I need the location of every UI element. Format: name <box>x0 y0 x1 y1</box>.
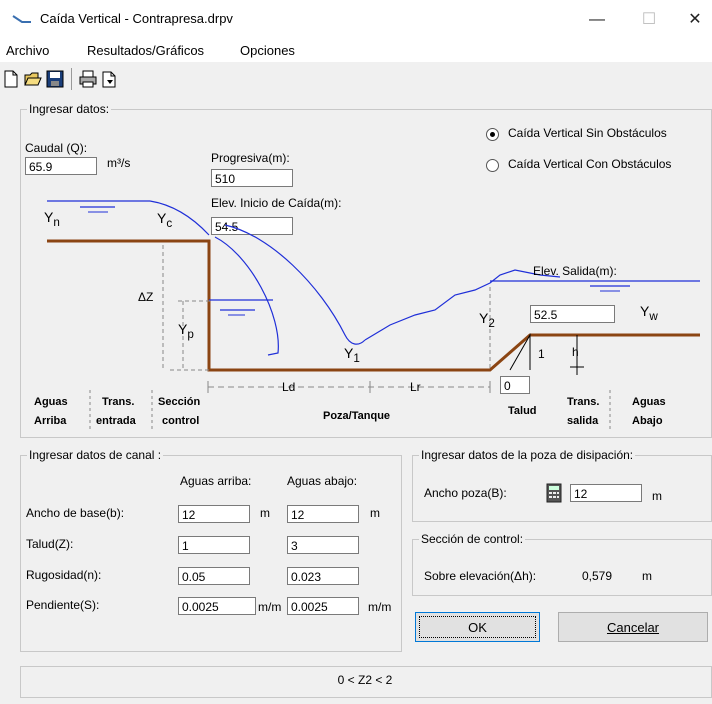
zone-trans-entrada-1: Trans. <box>102 396 135 408</box>
col-aguas-arriba: Aguas arriba: <box>180 474 252 488</box>
canal-row-unit2-3: m/m <box>368 600 392 614</box>
input-data-legend: Ingresar datos: <box>29 102 110 116</box>
canal-row-label-0: Ancho de base(b): <box>26 506 125 520</box>
save-icon[interactable] <box>46 70 64 88</box>
canal-row-label-3: Pendiente(S): <box>26 598 100 612</box>
zone-seccion-control-2: control <box>162 415 200 427</box>
cancel-button[interactable]: Cancelar <box>558 612 708 642</box>
calculator-icon[interactable] <box>546 483 562 503</box>
maximize-button[interactable]: ☐ <box>634 8 664 32</box>
zone-trans-entrada-2: entrada <box>96 415 136 427</box>
progresiva-label: Progresiva(m): <box>211 151 290 165</box>
canal-row-unit1-3: m/m <box>258 600 282 614</box>
app-icon <box>12 15 31 23</box>
canal-legend: Ingresar datos de canal : <box>29 448 162 462</box>
radio-con-obstaculos-label[interactable]: Caída Vertical Con Obstáculos <box>508 157 671 171</box>
col-aguas-abajo: Aguas abajo: <box>287 474 358 488</box>
radio-sin-obstaculos[interactable] <box>486 128 499 141</box>
pendiente-abajo-input[interactable]: 0.0025 <box>287 597 359 615</box>
ld-label: Ld <box>282 380 296 394</box>
zone-aguas-abajo-2: Abajo <box>632 415 663 427</box>
poza-group: Ingresar datos de la poza de disipación: <box>412 448 712 522</box>
elev-salida-input[interactable]: 52.5 <box>530 305 615 323</box>
status-text: 0 < Z2 < 2 <box>337 673 393 687</box>
window-title: Caída Vertical - Contrapresa.drpv <box>40 11 233 26</box>
ancho-poza-unit: m <box>652 489 662 503</box>
lr-label: Lr <box>410 380 421 394</box>
yn-label: Yn <box>44 209 60 229</box>
elev-salida-label: Elev. Salida(m): <box>533 264 617 278</box>
caudal-input[interactable]: 65.9 <box>25 157 97 175</box>
print-preview-icon[interactable] <box>101 70 119 88</box>
poza-legend: Ingresar datos de la poza de disipación: <box>421 448 634 462</box>
control-group: Sección de control: <box>412 532 712 596</box>
close-button[interactable]: ✕ <box>680 8 710 32</box>
yc-label: Yc <box>157 210 173 230</box>
menu-resultados[interactable]: Resultados/Gráficos <box>87 43 204 58</box>
open-folder-icon[interactable] <box>24 70 42 88</box>
ancho-base-abajo-input[interactable]: 12 <box>287 505 359 523</box>
canal-row-unit2-0: m <box>370 506 380 520</box>
zone-seccion-control-1: Sección <box>158 396 201 408</box>
dz-label: ΔZ <box>138 290 154 304</box>
ok-button[interactable]: OK <box>415 612 540 642</box>
menu-opciones[interactable]: Opciones <box>240 43 295 58</box>
control-legend: Sección de control: <box>421 532 524 546</box>
yp-label: Yp <box>178 321 194 341</box>
talud-one-label: 1 <box>538 347 545 361</box>
ok-label: OK <box>468 620 487 635</box>
yw-label: Yw <box>640 303 658 323</box>
radio-sin-obstaculos-label[interactable]: Caída Vertical Sin Obstáculos <box>508 126 667 140</box>
zone-talud: Talud <box>508 405 537 417</box>
canal-row-unit1-0: m <box>260 506 270 520</box>
zone-poza: Poza/Tanque <box>323 410 391 422</box>
talud-arriba-input[interactable]: 1 <box>178 536 250 554</box>
zone-aguas-arriba-1: Aguas <box>34 396 68 408</box>
caudal-unit: m³/s <box>107 156 131 170</box>
talud-abajo-input[interactable]: 3 <box>287 536 359 554</box>
ancho-poza-input[interactable]: 12 <box>570 484 642 502</box>
new-file-icon[interactable] <box>2 70 20 88</box>
sobre-elevacion-unit: m <box>642 569 652 583</box>
rugosidad-abajo-input[interactable]: 0.023 <box>287 567 359 585</box>
h-label: h <box>572 345 579 359</box>
zone-aguas-abajo-1: Aguas <box>632 396 666 408</box>
zone-trans-salida-2: salida <box>567 415 599 427</box>
talud-input[interactable]: 0 <box>500 376 530 394</box>
sobre-elevacion-value: 0,579 <box>582 569 613 583</box>
zone-trans-salida-1: Trans. <box>567 396 600 408</box>
minimize-button[interactable]: — <box>582 8 612 32</box>
rugosidad-arriba-input[interactable]: 0.05 <box>178 567 250 585</box>
y1-label: Y1 <box>344 345 360 365</box>
zone-aguas-arriba-2: Arriba <box>34 415 67 427</box>
ancho-poza-label: Ancho poza(B): <box>424 486 507 500</box>
caudal-label: Caudal (Q): <box>25 141 88 155</box>
ancho-base-arriba-input[interactable]: 12 <box>178 505 250 523</box>
sobre-elevacion-label: Sobre elevación(Δh): <box>424 569 537 583</box>
y2-label: Y2 <box>479 310 495 330</box>
pendiente-arriba-input[interactable]: 0.0025 <box>178 597 256 615</box>
print-icon[interactable] <box>79 70 97 88</box>
toolbar-divider <box>71 68 72 90</box>
canal-row-label-1: Talud(Z): <box>26 537 74 551</box>
radio-con-obstaculos[interactable] <box>486 159 499 172</box>
menu-archivo[interactable]: Archivo <box>6 43 49 58</box>
canal-row-label-2: Rugosidad(n): <box>26 568 102 582</box>
